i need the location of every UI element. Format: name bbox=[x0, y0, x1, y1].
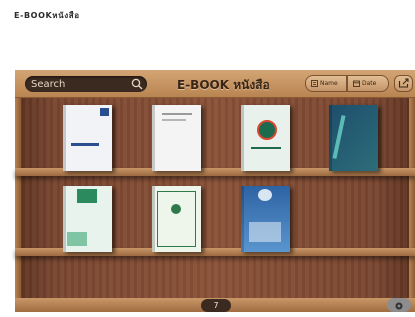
page-heading: E-BOOKหนังสือ bbox=[14, 11, 80, 20]
shelf-right-side bbox=[409, 98, 415, 298]
cover-graphic bbox=[67, 232, 87, 246]
share-button[interactable] bbox=[394, 75, 413, 92]
shelf-title: E-BOOK หนังสือ bbox=[177, 78, 270, 92]
book-spine bbox=[63, 186, 66, 252]
book-spine bbox=[152, 105, 155, 171]
sort-name-label: Name bbox=[320, 80, 338, 87]
cover-title-line bbox=[251, 147, 281, 149]
bookshelf bbox=[15, 98, 415, 298]
shelf-left-side bbox=[15, 98, 21, 298]
cover-emblem bbox=[171, 204, 181, 214]
cover-title-line bbox=[162, 113, 192, 115]
book-cover[interactable] bbox=[152, 186, 201, 252]
sort-by-name-button[interactable]: Name bbox=[305, 75, 347, 92]
cover-title-line bbox=[71, 143, 99, 146]
cover-emblem bbox=[258, 189, 272, 201]
book-spine bbox=[63, 105, 66, 171]
book-cover[interactable] bbox=[329, 105, 378, 171]
book-cover[interactable] bbox=[241, 105, 290, 171]
list-icon bbox=[311, 80, 318, 87]
cover-emblem bbox=[100, 108, 109, 116]
cover-title-line bbox=[162, 119, 186, 121]
book-spine bbox=[152, 186, 155, 252]
cover-graphic bbox=[249, 222, 281, 242]
ebook-shelf-widget: E-BOOK หนังสือ Name Date bbox=[15, 70, 415, 312]
search-input[interactable] bbox=[31, 76, 127, 92]
search-box[interactable] bbox=[25, 76, 147, 92]
cover-emblem bbox=[77, 189, 97, 203]
book-cover[interactable] bbox=[152, 105, 201, 171]
sort-date-label: Date bbox=[362, 80, 377, 87]
settings-button[interactable] bbox=[387, 298, 411, 312]
search-icon[interactable] bbox=[131, 78, 143, 90]
book-spine bbox=[329, 105, 332, 171]
gear-icon bbox=[395, 302, 403, 310]
book-cover[interactable] bbox=[241, 186, 290, 252]
book-spine bbox=[241, 105, 244, 171]
shelf-toolbar: E-BOOK หนังสือ Name Date bbox=[15, 70, 415, 98]
book-cover[interactable] bbox=[63, 105, 112, 171]
book-cover[interactable] bbox=[63, 186, 112, 252]
sort-by-date-button[interactable]: Date bbox=[347, 75, 389, 92]
cover-frame bbox=[157, 191, 196, 247]
cover-emblem bbox=[257, 120, 277, 140]
page-indicator[interactable]: 7 bbox=[201, 299, 231, 312]
share-icon bbox=[398, 78, 409, 88]
book-spine bbox=[241, 186, 244, 252]
calendar-icon bbox=[353, 80, 360, 87]
